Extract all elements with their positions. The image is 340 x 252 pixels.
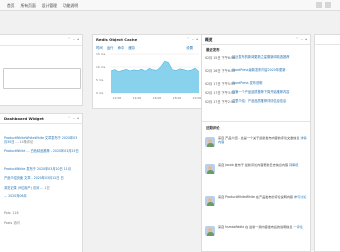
comment-text: 来自 Jacob 发布于 最新评论内容更新日志信息内容 [218,163,289,167]
comments-heading: 近期评论 [206,126,220,130]
item-stat: Posts 访问 [4,221,20,225]
left-top-panel: ⌃ ⌄ ▴ [0,34,83,106]
panel-title: Redis Object Cache [96,37,138,42]
avatar [205,196,215,206]
news-date: 02月 17日 下午2:50 [205,100,236,104]
item-meta: 1日 [44,186,50,190]
news-row: 02月 15日 下午6:50 最近发布的新闻更新之星期新闻精选推荐 [205,55,307,60]
item-link[interactable]: 产品介绍页面 文章 - 2020年03月12日 日 [4,176,64,180]
collapse-icon[interactable]: ▴ [77,37,79,41]
move-up-icon[interactable]: ⌃ [68,116,71,120]
news-row: 02月 17日 下午2:50 这里介绍：产品品质推荐详情信息信息 [205,99,307,104]
news-title-link[interactable]: 这里介绍：产品品质推荐详情信息信息 [232,99,286,104]
news-row: 02月 17日 下午5:50 WordPress 发布说明 [205,81,307,86]
comment-text: 来自 ProductWhiteWhite 在产品发布的评论说明内容 [218,195,294,199]
comment-item: 来自 hsmaxfiddle 在 最新一篇内容发布后的说明信息 一评论 [205,225,307,241]
item-link[interactable]: … 2020年06月 [4,194,27,198]
y-tick-label: 10 ms [96,65,106,69]
comment-text: 来自 hsmaxfiddle 在 最新一篇内容发布后的说明信息 [218,225,293,229]
cache-chart: 15 ms10 ms5 ms0 ms12:00 14:00 16:00 18:00 20… [96,52,201,100]
cache-area-series [111,61,199,93]
news-title-link[interactable]: WordPress最新发布内容2020年更新 [232,68,285,73]
panel-controls: ⌃ ⌄ ▴ [68,116,79,120]
move-down-icon[interactable]: ⌄ [72,37,75,41]
list-item: … 2020年06月 [4,194,79,198]
list-item: ProductWhiteWhiteWhite 文章发布于 2020年03月30日… [4,136,79,144]
comment-item: 来自 ProductWhiteWhite 在产品发布的评论说明内容 参与讨论 [205,195,307,211]
move-up-icon[interactable]: ⌃ [187,37,190,41]
item-meta: 14条评论 [19,140,34,145]
news-title-link[interactable]: WordPress 发布说明 [232,81,262,86]
panel-title: Dashboard Widget [4,116,44,121]
comment-tag[interactable]: 待审核 [289,163,298,167]
move-up-icon[interactable]: ⌃ [68,37,71,41]
item-link[interactable]: ProductWhite … 白色精品推荐 - 2020年03月25日 [4,149,79,153]
dashboard-widget-panel: Dashboard Widget ⌃ ⌄ ▴ ProductWhiteWhite… [0,113,83,252]
comment-tag[interactable]: 一评论 [293,225,302,229]
news-date: 02月 17日 下午5:50 [205,82,236,86]
section-heading: 最近发布 [206,48,220,52]
item-stat: Pols: 116 [4,211,19,215]
move-up-icon[interactable]: ⌃ [296,37,299,41]
top-nav-item-design[interactable]: 设计管理 [42,3,57,9]
comment-item: 来自 产品介绍 - 这是一个关于最新发布内容的评论文章信息 详情内容 [205,136,307,152]
move-down-icon[interactable]: ⌄ [191,37,194,41]
comment-text: 来自 产品介绍 - 这是一个关于最新发布内容的评论文章信息 [218,136,300,140]
top-nav-item-pages[interactable]: 所有页面 [21,3,36,9]
divider [202,121,310,122]
input-box[interactable] [3,68,81,89]
redis-chart-panel: Redis Object Cache ⌃ ⌄ ▴ 时间 运行 命中 缓存 设置 … [92,34,202,109]
overview-panel: 概览 ⌃ ⌄ ▴ 最近发布 02月 15日 下午6:50 最近发布的新闻更新之星… [201,34,311,252]
avatar [205,164,215,174]
collapse-icon[interactable]: ▴ [305,37,307,41]
list-item: Posts 访问 [4,221,79,225]
panel-title: 概览 [205,37,213,42]
x-tick-label: 12:00 [113,96,122,100]
news-date: 02月 15日 下午6:50 [205,56,236,60]
list-item: 浏览记录 (9位用户) 访问 … 1日 [4,186,79,190]
collapse-icon[interactable]: ▴ [196,37,198,41]
panel-controls: ⌃ ⌄ ▴ [68,37,79,41]
news-row: 02月 17日 下午3:50 你第一个产品品质推荐下周开始推荐内容 [205,90,307,95]
divider [0,123,82,124]
avatar [205,137,215,147]
news-title-link[interactable]: 你第一个产品品质推荐下周开始推荐内容 [232,90,289,95]
list-item: 产品介绍页面 文章 - 2020年03月12日 日 [4,176,79,180]
x-tick-label: 18:00 [173,96,182,100]
list-item: Pols: 116 [4,211,79,215]
divider [315,44,340,45]
top-nav-item-features[interactable]: 功能说明 [63,3,78,9]
x-tick-label: 14:00 [133,96,142,100]
item-link[interactable]: ProductWhiteWhiteWhite 文章发布于 2020年03月30日… [4,136,77,144]
move-down-icon[interactable]: ⌄ [300,37,303,41]
right-edge-panel [314,34,340,252]
top-nav-bar: 首页 所有页面 设计管理 功能说明 [0,0,340,11]
item-link[interactable]: 浏览记录 (9位用户) 访问 … [4,186,43,190]
panel-controls: ⌃ ⌄ ▴ [296,37,307,41]
comment-item: 来自 Jacob 发布于 最新评论内容更新日志信息内容 待审核 [205,163,307,179]
help-icon[interactable] [325,2,331,8]
panel-controls: ⌃ ⌄ ▴ [187,37,198,41]
x-tick-label: 16:00 [153,96,162,100]
news-title-link[interactable]: 最近发布的新闻更新之星期新闻精选推荐 [232,55,289,60]
avatar [205,226,215,236]
cache-line-series [110,60,200,72]
comment-tag[interactable]: 参与讨论 [294,195,306,199]
screen-options-icon[interactable] [316,2,322,8]
y-tick-label: 15 ms [96,52,106,56]
y-tick-label: 0 ms [96,91,104,95]
list-item: ProductWhite 发布于 2020年03月20日 11月 [4,167,79,171]
move-down-icon[interactable]: ⌄ [72,116,75,120]
y-tick-label: 5 ms [96,78,104,82]
news-date: 02月 16日 下午6:50 [205,69,236,73]
item-link[interactable]: ProductWhite 发布于 2020年03月20日 11月 [4,167,71,171]
list-item: ProductWhite … 白色精品推荐 - 2020年03月25日 [4,149,79,153]
news-date: 02月 17日 下午3:50 [205,91,236,95]
divider [0,45,82,46]
collapse-icon[interactable]: ▴ [77,116,79,120]
news-row: 02月 16日 下午6:50 WordPress最新发布内容2020年更新 [205,68,307,73]
divider [202,44,310,45]
top-nav-item-home[interactable]: 首页 [7,3,15,9]
